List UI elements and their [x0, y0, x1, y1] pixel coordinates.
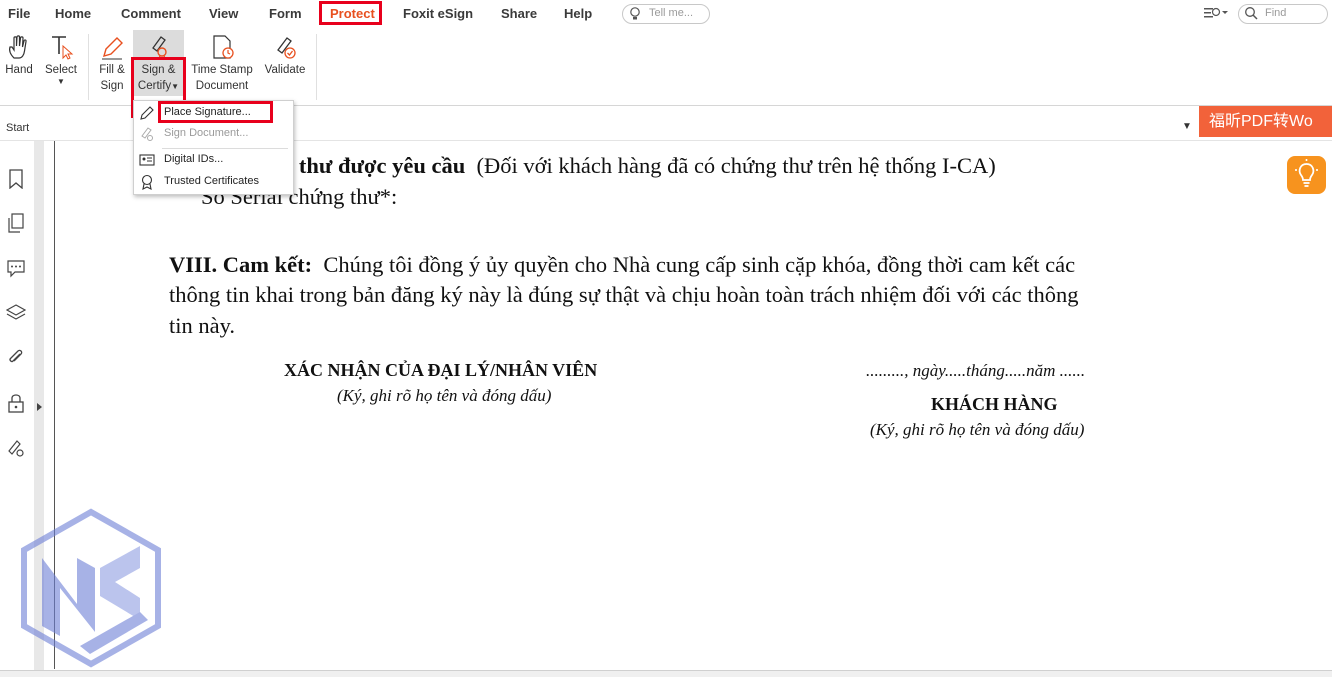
sign-document-icon [141, 127, 153, 141]
lightbulb-icon [1295, 159, 1318, 187]
protect-highlight-box [319, 1, 382, 25]
menu-share[interactable]: Share [501, 6, 537, 21]
find-placeholder: Find [1265, 7, 1287, 19]
menu-form[interactable]: Form [269, 6, 302, 21]
select-dropdown-arrow-icon: ▼ [57, 77, 65, 86]
watermark-logo [21, 508, 161, 668]
hand-label: Hand [5, 64, 33, 76]
fill-sign-label-1: Fill & [99, 64, 125, 76]
doc-line-1-bold: g thư được yêu cầu [282, 153, 466, 178]
menu-foxit-esign[interactable]: Foxit eSign [403, 6, 473, 21]
ribbon-toolbar: Hand Select ▼ Fill & Sign Sign & Certify… [0, 28, 1332, 125]
menu-comment[interactable]: Comment [121, 6, 181, 21]
doc-line-1-rest: (Đối với khách hàng đã có chứng thư trên… [476, 153, 996, 178]
attachment-icon[interactable] [6, 348, 26, 368]
pencil-icon [102, 37, 123, 60]
sign-document-label: Sign Document... [164, 127, 249, 139]
section-viii-text: Chúng tôi đồng ý ủy quyền cho Nhà cung c… [323, 252, 1076, 277]
sign-certify-dropdown: Place Signature... Sign Document... Digi… [133, 100, 294, 195]
menu-bar: File Home Comment View Form Protect Foxi… [0, 0, 1332, 28]
trusted-certificates-label: Trusted Certificates [164, 175, 259, 187]
fill-sign-label-2: Sign [100, 80, 124, 92]
customer-subtitle: (Ký, ghi rõ họ tên và đóng dấu) [870, 420, 1085, 439]
tips-button[interactable] [1287, 156, 1326, 194]
comments-icon[interactable] [6, 258, 26, 278]
validate-signature-icon [277, 37, 296, 59]
section-viii-line-2: thông tin khai trong bản đăng ký này là … [169, 282, 1079, 307]
agent-confirmation-subtitle: (Ký, ghi rõ họ tên và đóng dấu) [337, 386, 552, 405]
bookmark-icon[interactable] [6, 169, 26, 189]
lightbulb-icon [629, 7, 641, 24]
select-tool-button[interactable]: Select ▼ [42, 30, 80, 86]
menu-view[interactable]: View [209, 6, 238, 21]
doc-line-1: g thư được yêu cầu (Đối với khách hàng đ… [282, 153, 996, 179]
hand-tool-button[interactable]: Hand [2, 30, 36, 78]
customer-title: KHÁCH HÀNG [931, 394, 1058, 414]
time-stamp-label-2: Document [195, 80, 249, 92]
section-viii-heading: VIII. Cam kết: [169, 252, 313, 277]
select-label: Select [45, 64, 77, 76]
pen-icon [140, 106, 154, 120]
place-signature-highlight-box [158, 101, 273, 123]
id-card-icon [139, 154, 155, 166]
digital-ids-label: Digital IDs... [164, 153, 224, 165]
search-icon [1244, 6, 1258, 23]
trusted-certificates-item[interactable]: Trusted Certificates [134, 172, 293, 192]
text-select-icon [52, 36, 74, 60]
dropdown-separator [162, 148, 288, 149]
ribbon-separator [88, 34, 89, 100]
digital-ids-item[interactable]: Digital IDs... [134, 150, 293, 170]
section-viii-line-3: tin này. [169, 313, 236, 338]
tab-list-dropdown-icon[interactable]: ▼ [1182, 121, 1192, 132]
find-box[interactable]: Find [1238, 4, 1328, 24]
view-options-icon[interactable] [1204, 6, 1228, 23]
menu-help[interactable]: Help [564, 6, 592, 21]
hand-icon [9, 35, 27, 59]
section-viii-line-1: VIII. Cam kết: Chúng tôi đồng ý ủy quyền… [169, 252, 1075, 278]
signature-panel-icon[interactable] [6, 439, 26, 459]
start-tab[interactable]: Start [6, 122, 29, 134]
menu-home[interactable]: Home [55, 6, 91, 21]
certificate-ribbon-icon [141, 174, 153, 190]
layers-icon[interactable] [6, 303, 26, 323]
date-line: ........., ngày.....tháng.....năm ...... [866, 361, 1086, 380]
agent-confirmation-title: XÁC NHẬN CỦA ĐẠI LÝ/NHÂN VIÊN [284, 360, 598, 380]
pages-icon[interactable] [6, 213, 26, 233]
lock-icon[interactable] [6, 393, 26, 413]
ribbon-separator [316, 34, 317, 100]
document-clock-icon [213, 35, 234, 59]
time-stamp-document-button[interactable]: Time Stamp Document [189, 30, 255, 94]
validate-label: Validate [264, 64, 306, 76]
ad-banner[interactable]: 福昕PDF转Wo [1199, 106, 1332, 137]
sign-document-item[interactable]: Sign Document... [134, 124, 293, 144]
validate-button[interactable]: Validate [261, 30, 309, 78]
expand-arrow-icon[interactable] [37, 403, 42, 411]
tell-me-placeholder: Tell me... [649, 7, 694, 19]
tell-me-box[interactable]: Tell me... [622, 4, 710, 24]
fill-sign-button[interactable]: Fill & Sign [94, 30, 130, 94]
menu-file[interactable]: File [8, 6, 30, 21]
time-stamp-label-1: Time Stamp [191, 64, 253, 76]
